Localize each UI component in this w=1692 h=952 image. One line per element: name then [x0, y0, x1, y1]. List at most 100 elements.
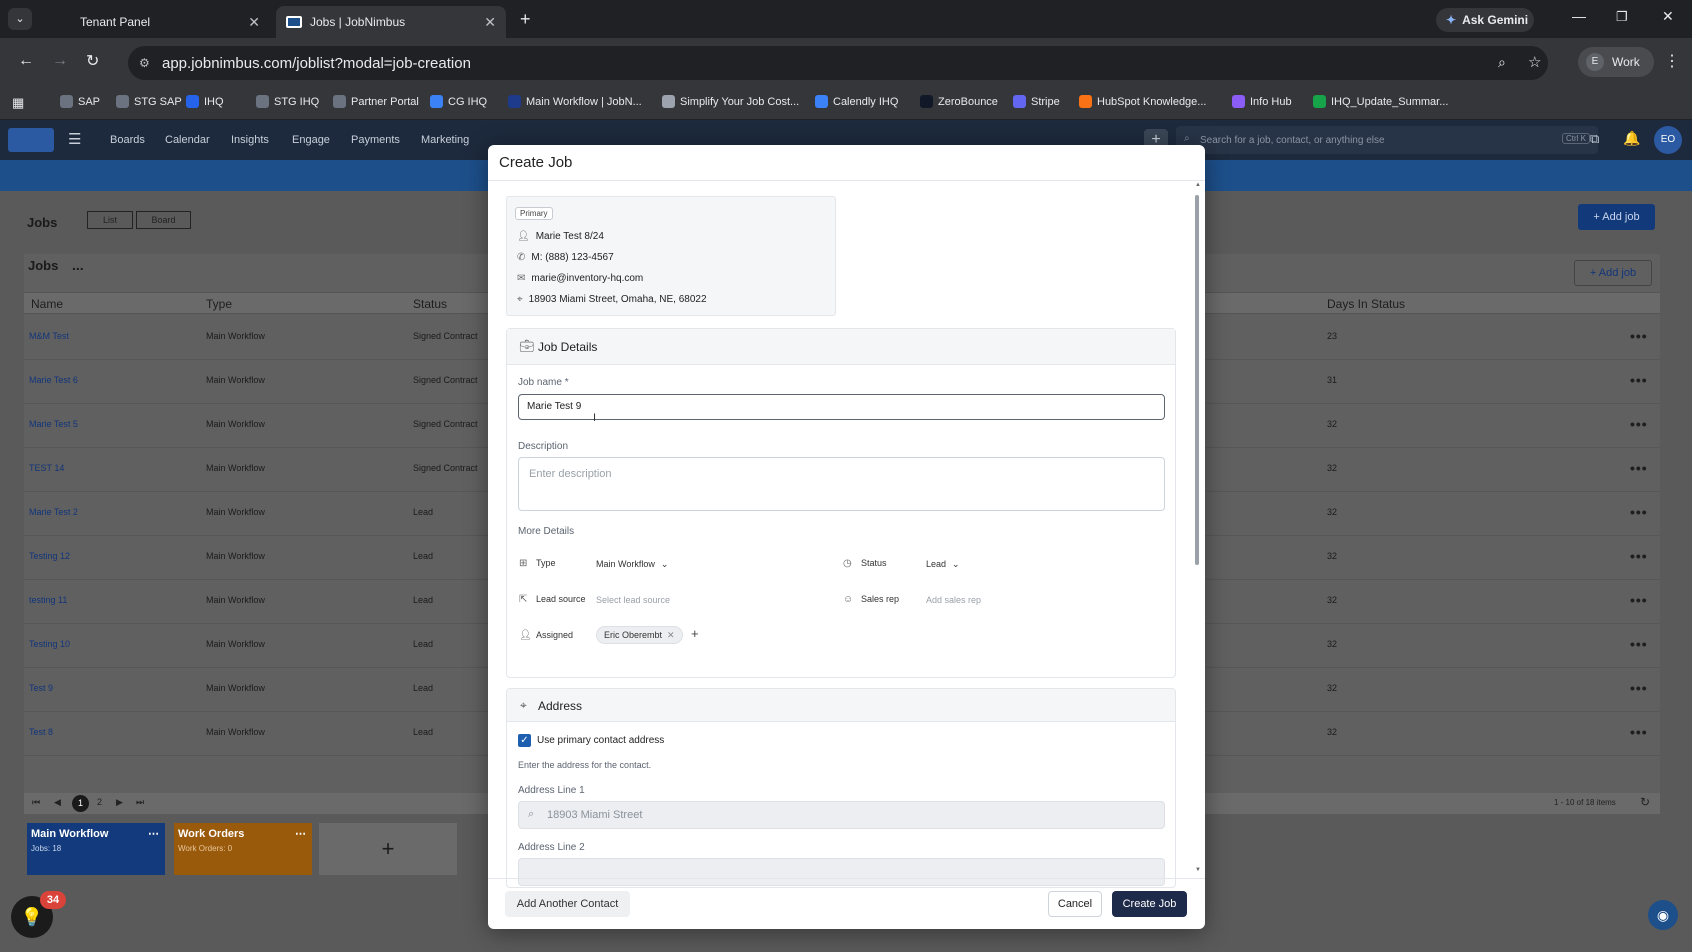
row-actions-icon[interactable]: ••• [1630, 548, 1648, 564]
close-tab-icon[interactable]: ✕ [248, 14, 260, 31]
row-actions-icon[interactable]: ••• [1630, 636, 1648, 652]
bookmark-item[interactable]: Partner Portal [333, 95, 419, 108]
chrome-menu-icon[interactable]: ⋮ [1664, 51, 1680, 71]
tab-search-button[interactable]: ⌄ [8, 8, 32, 30]
profile-button[interactable]: E Work [1578, 47, 1654, 77]
new-tab-icon[interactable]: + [520, 9, 531, 30]
prev-page-icon[interactable]: ◀ [54, 797, 61, 808]
bookmark-item[interactable]: Calendly IHQ [815, 95, 898, 108]
row-actions-icon[interactable]: ••• [1630, 416, 1648, 432]
global-search-input[interactable]: ⌕ Search for a job, contact, or anything… [1176, 126, 1598, 154]
job-name-link[interactable]: testing 11 [29, 595, 67, 605]
close-window-icon[interactable]: ✕ [1662, 8, 1674, 25]
back-icon[interactable]: ← [18, 52, 34, 70]
bookmark-item[interactable]: IHQ [186, 95, 224, 108]
work-orders-card[interactable]: Work Orders Work Orders: 0 ⋯ [174, 823, 312, 875]
create-job-button[interactable]: Create Job [1112, 891, 1187, 917]
row-actions-icon[interactable]: ••• [1630, 680, 1648, 696]
column-header-days-in-status[interactable]: Days In Status [1327, 297, 1405, 311]
zoom-icon[interactable]: ⌕ [1498, 54, 1506, 71]
scroll-down-icon[interactable]: ▼ [1195, 867, 1201, 873]
scrollbar-thumb[interactable] [1195, 195, 1199, 565]
row-actions-icon[interactable]: ••• [1630, 504, 1648, 520]
job-name-link[interactable]: Test 9 [29, 683, 53, 693]
row-actions-icon[interactable]: ••• [1630, 460, 1648, 476]
sales-rep-select[interactable]: Add sales rep [926, 595, 981, 605]
nav-payments[interactable]: Payments [351, 134, 400, 146]
bookmark-item[interactable]: SAP [60, 95, 100, 108]
user-avatar[interactable]: EO [1654, 126, 1682, 154]
bookmark-item[interactable]: IHQ_Update_Summar... [1313, 95, 1448, 108]
ask-gemini-button[interactable]: ✦ Ask Gemini [1436, 8, 1534, 32]
job-name-link[interactable]: M&M Test [29, 331, 69, 341]
site-info-icon[interactable]: ⚙ [139, 56, 150, 70]
add-workflow-button[interactable]: + [319, 823, 457, 875]
apps-icon[interactable]: ⧉ [1590, 131, 1599, 147]
bookmark-item[interactable]: Simplify Your Job Cost... [662, 95, 799, 108]
address-line2-input[interactable] [518, 858, 1165, 886]
row-actions-icon[interactable]: ••• [1630, 592, 1648, 608]
workflow-more-icon[interactable]: ⋯ [295, 827, 306, 840]
use-primary-address-checkbox[interactable]: ✓ [518, 734, 531, 747]
column-header-status[interactable]: Status [413, 297, 447, 311]
minimize-icon[interactable]: — [1572, 8, 1586, 24]
close-tab-icon[interactable]: ✕ [484, 14, 496, 31]
address-bar[interactable]: ⚙ app.jobnimbus.com/joblist?modal=job-cr… [128, 46, 1548, 80]
main-workflow-card[interactable]: Main Workflow Jobs: 18 ⋯ [27, 823, 165, 875]
job-name-link[interactable]: Marie Test 5 [29, 419, 78, 429]
page-2-button[interactable]: 2 [97, 797, 102, 807]
list-view-toggle[interactable]: List [87, 211, 133, 229]
first-page-icon[interactable]: ⏮ [32, 797, 40, 808]
cancel-button[interactable]: Cancel [1048, 891, 1102, 917]
row-actions-icon[interactable]: ••• [1630, 372, 1648, 388]
nav-boards[interactable]: Boards [110, 134, 145, 146]
job-name-link[interactable]: Testing 10 [29, 639, 70, 649]
row-actions-icon[interactable]: ••• [1630, 328, 1648, 344]
board-view-toggle[interactable]: Board [136, 211, 191, 229]
last-page-icon[interactable]: ⏭ [136, 797, 144, 808]
forward-icon[interactable]: → [52, 52, 68, 70]
panel-more-icon[interactable]: ... [72, 257, 84, 273]
column-header-name[interactable]: Name [31, 297, 63, 311]
bookmark-item[interactable]: Main Workflow | JobN... [508, 95, 642, 108]
remove-chip-icon[interactable]: ✕ [667, 630, 675, 641]
tab-jobs-jobnimbus[interactable]: Jobs | JobNimbus ✕ [276, 6, 506, 38]
job-name-input[interactable]: Marie Test 9 [518, 394, 1165, 420]
next-page-icon[interactable]: ▶ [116, 797, 123, 808]
row-actions-icon[interactable]: ••• [1630, 724, 1648, 740]
nav-calendar[interactable]: Calendar [165, 134, 210, 146]
hamburger-menu-icon[interactable]: ☰ [68, 130, 81, 148]
tab-tenant-panel[interactable]: Tenant Panel ✕ [44, 6, 270, 38]
description-textarea[interactable]: Enter description [518, 457, 1165, 511]
refresh-icon[interactable]: ↻ [1640, 795, 1650, 809]
reload-icon[interactable]: ↻ [86, 51, 99, 71]
bookmark-item[interactable]: Info Hub [1232, 95, 1292, 108]
bookmark-star-icon[interactable]: ☆ [1528, 53, 1541, 71]
add-another-contact-button[interactable]: Add Another Contact [505, 891, 630, 917]
nav-insights[interactable]: Insights [231, 134, 269, 146]
type-select[interactable]: Main Workflow ⌄ [596, 559, 668, 570]
lead-source-select[interactable]: Select lead source [596, 595, 670, 605]
bookmark-item[interactable]: STG IHQ [256, 95, 319, 108]
job-name-link[interactable]: Marie Test 2 [29, 507, 78, 517]
job-name-link[interactable]: Test 8 [29, 727, 53, 737]
add-assignee-icon[interactable]: + [691, 626, 699, 641]
restore-icon[interactable]: ❐ [1616, 9, 1628, 25]
job-name-link[interactable]: TEST 14 [29, 463, 64, 473]
bookmark-item[interactable]: Stripe [1013, 95, 1060, 108]
workflow-more-icon[interactable]: ⋯ [148, 827, 159, 840]
address-line1-input[interactable]: ⌕ 18903 Miami Street [518, 801, 1165, 829]
notifications-bell-icon[interactable]: 🔔 [1623, 130, 1640, 147]
add-job-secondary-button[interactable]: + Add job [1574, 260, 1652, 286]
job-name-link[interactable]: Testing 12 [29, 551, 70, 561]
bookmark-item[interactable]: CG IHQ [430, 95, 487, 108]
bookmark-item[interactable]: HubSpot Knowledge... [1079, 95, 1206, 108]
column-header-type[interactable]: Type [206, 297, 232, 311]
scroll-up-icon[interactable]: ▲ [1195, 182, 1201, 188]
add-job-button[interactable]: + Add job [1578, 204, 1655, 230]
modal-scrollbar[interactable]: ▲ ▼ [1195, 182, 1201, 875]
job-name-link[interactable]: Marie Test 6 [29, 375, 78, 385]
page-1-button[interactable]: 1 [72, 795, 89, 812]
nav-marketing[interactable]: Marketing [421, 134, 469, 146]
chat-support-icon[interactable]: ◉ [1648, 900, 1678, 930]
